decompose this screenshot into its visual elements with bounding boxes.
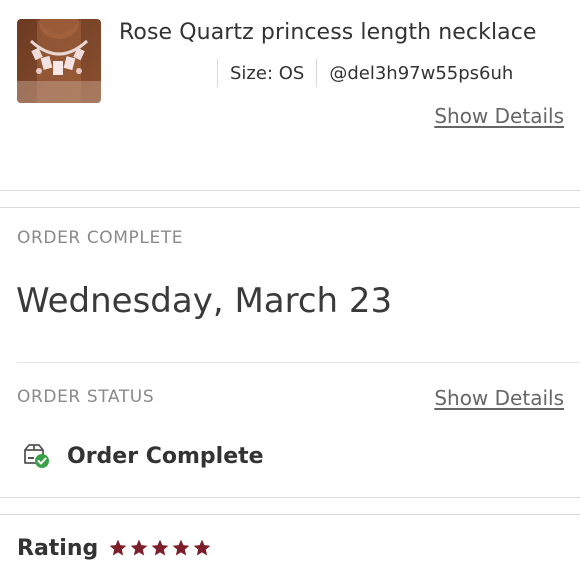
order-date: Wednesday, March 23 — [16, 281, 393, 321]
rating-row: Rating — [17, 533, 213, 563]
seller-username[interactable]: @del3h97w55ps6uh — [329, 63, 513, 84]
show-details-link-item[interactable]: Show Details — [434, 104, 564, 128]
rating-label: Rating — [17, 535, 99, 561]
order-item-card: Rose Quartz princess length necklace Siz… — [0, 0, 580, 190]
star-icon — [151, 539, 169, 556]
meta-separator — [316, 59, 318, 87]
section-divider — [0, 497, 580, 515]
necklace-photo — [17, 19, 101, 103]
star-icon — [193, 539, 211, 556]
order-status-text: Order Complete — [67, 443, 264, 469]
divider — [17, 362, 580, 363]
package-check-icon — [22, 442, 50, 470]
redacted-row — [20, 104, 270, 122]
star-rating — [108, 538, 213, 558]
redacted-text — [119, 67, 205, 79]
product-title[interactable]: Rose Quartz princess length necklace — [119, 20, 537, 45]
order-status-row: Order Complete — [22, 440, 264, 472]
meta-separator — [217, 59, 218, 87]
section-divider — [0, 190, 580, 208]
product-size: Size: OS — [230, 62, 305, 84]
product-thumbnail[interactable] — [17, 19, 101, 103]
star-icon — [130, 539, 148, 556]
star-icon — [172, 539, 190, 556]
star-icon — [109, 539, 127, 556]
order-complete-label: ORDER COMPLETE — [17, 228, 184, 248]
product-meta: Size: OS @del3h97w55ps6uh — [119, 58, 513, 88]
show-details-link-status[interactable]: Show Details — [434, 386, 564, 410]
order-status-label: ORDER STATUS — [17, 387, 155, 407]
